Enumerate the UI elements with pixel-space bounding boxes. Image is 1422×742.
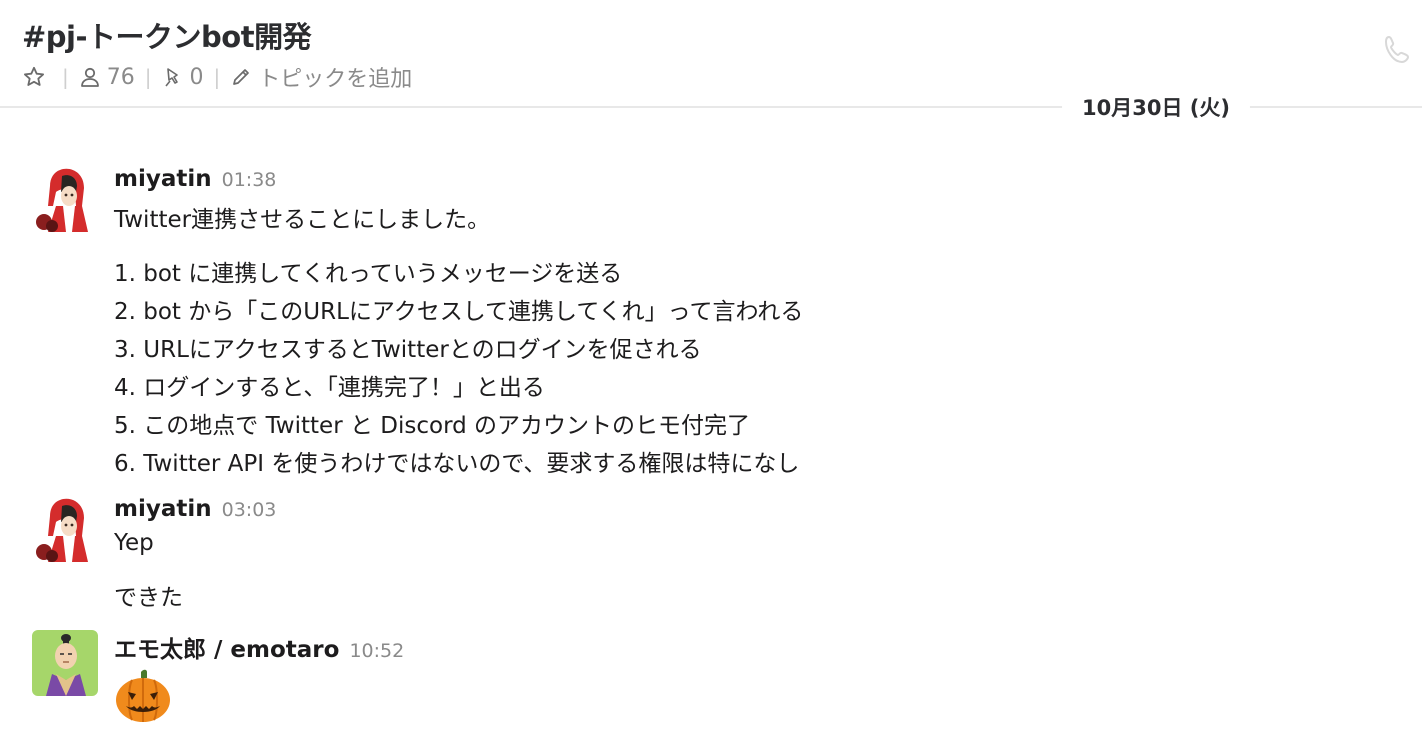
meta-separator: | <box>62 65 69 89</box>
message-header: miyatin 01:38 <box>114 166 276 196</box>
person-icon[interactable] <box>79 66 101 88</box>
author-name[interactable]: エモ太郎 / emotaro <box>114 630 339 664</box>
message-text: Twitter連携させることにしました。 <box>114 207 491 233</box>
member-count[interactable]: 76 <box>107 65 135 90</box>
phone-icon[interactable] <box>1380 32 1416 68</box>
message-text: Yep <box>114 530 154 556</box>
list-item: 3. URLにアクセスするとTwitterとのログインを促される <box>114 337 702 363</box>
timestamp[interactable]: 10:52 <box>349 640 404 662</box>
add-topic-link[interactable]: トピックを追加 <box>258 61 412 93</box>
pencil-icon[interactable] <box>230 66 252 88</box>
avatar[interactable] <box>32 496 98 562</box>
pin-count[interactable]: 0 <box>190 65 204 90</box>
avatar[interactable] <box>32 166 98 232</box>
message-text: できた <box>114 585 183 611</box>
message-header: エモ太郎 / emotaro 10:52 <box>114 630 404 663</box>
list-item: 2. bot から「このURLにアクセスして連携してくれ」って言われる <box>114 299 804 325</box>
message-header: miyatin 03:03 <box>114 496 276 526</box>
list-item: 1. bot に連携してくれっていうメッセージを送る <box>114 261 623 287</box>
timestamp[interactable]: 03:03 <box>222 499 277 521</box>
date-divider[interactable]: 10月30日 (火) <box>1062 90 1250 124</box>
star-icon[interactable] <box>22 65 46 89</box>
author-name[interactable]: miyatin <box>114 166 212 192</box>
pin-icon[interactable] <box>162 66 184 88</box>
channel-title[interactable]: #pj-トークンbot開発 <box>22 14 312 56</box>
list-item: 4. ログインすると、「連携完了！」と出る <box>114 375 545 401</box>
author-name[interactable]: miyatin <box>114 496 212 522</box>
timestamp[interactable]: 01:38 <box>222 169 277 191</box>
meta-separator: | <box>144 65 152 89</box>
avatar[interactable] <box>32 630 98 696</box>
list-item: 6. Twitter API を使うわけではないので、要求する権限は特になし <box>114 451 800 477</box>
list-item: 5. この地点で Twitter と Discord のアカウントのヒモ付完了 <box>114 413 751 439</box>
channel-meta: | 76 | 0 | トピックを追加 <box>22 62 412 92</box>
meta-separator: | <box>213 65 221 89</box>
jack-o-lantern-icon <box>114 668 172 724</box>
